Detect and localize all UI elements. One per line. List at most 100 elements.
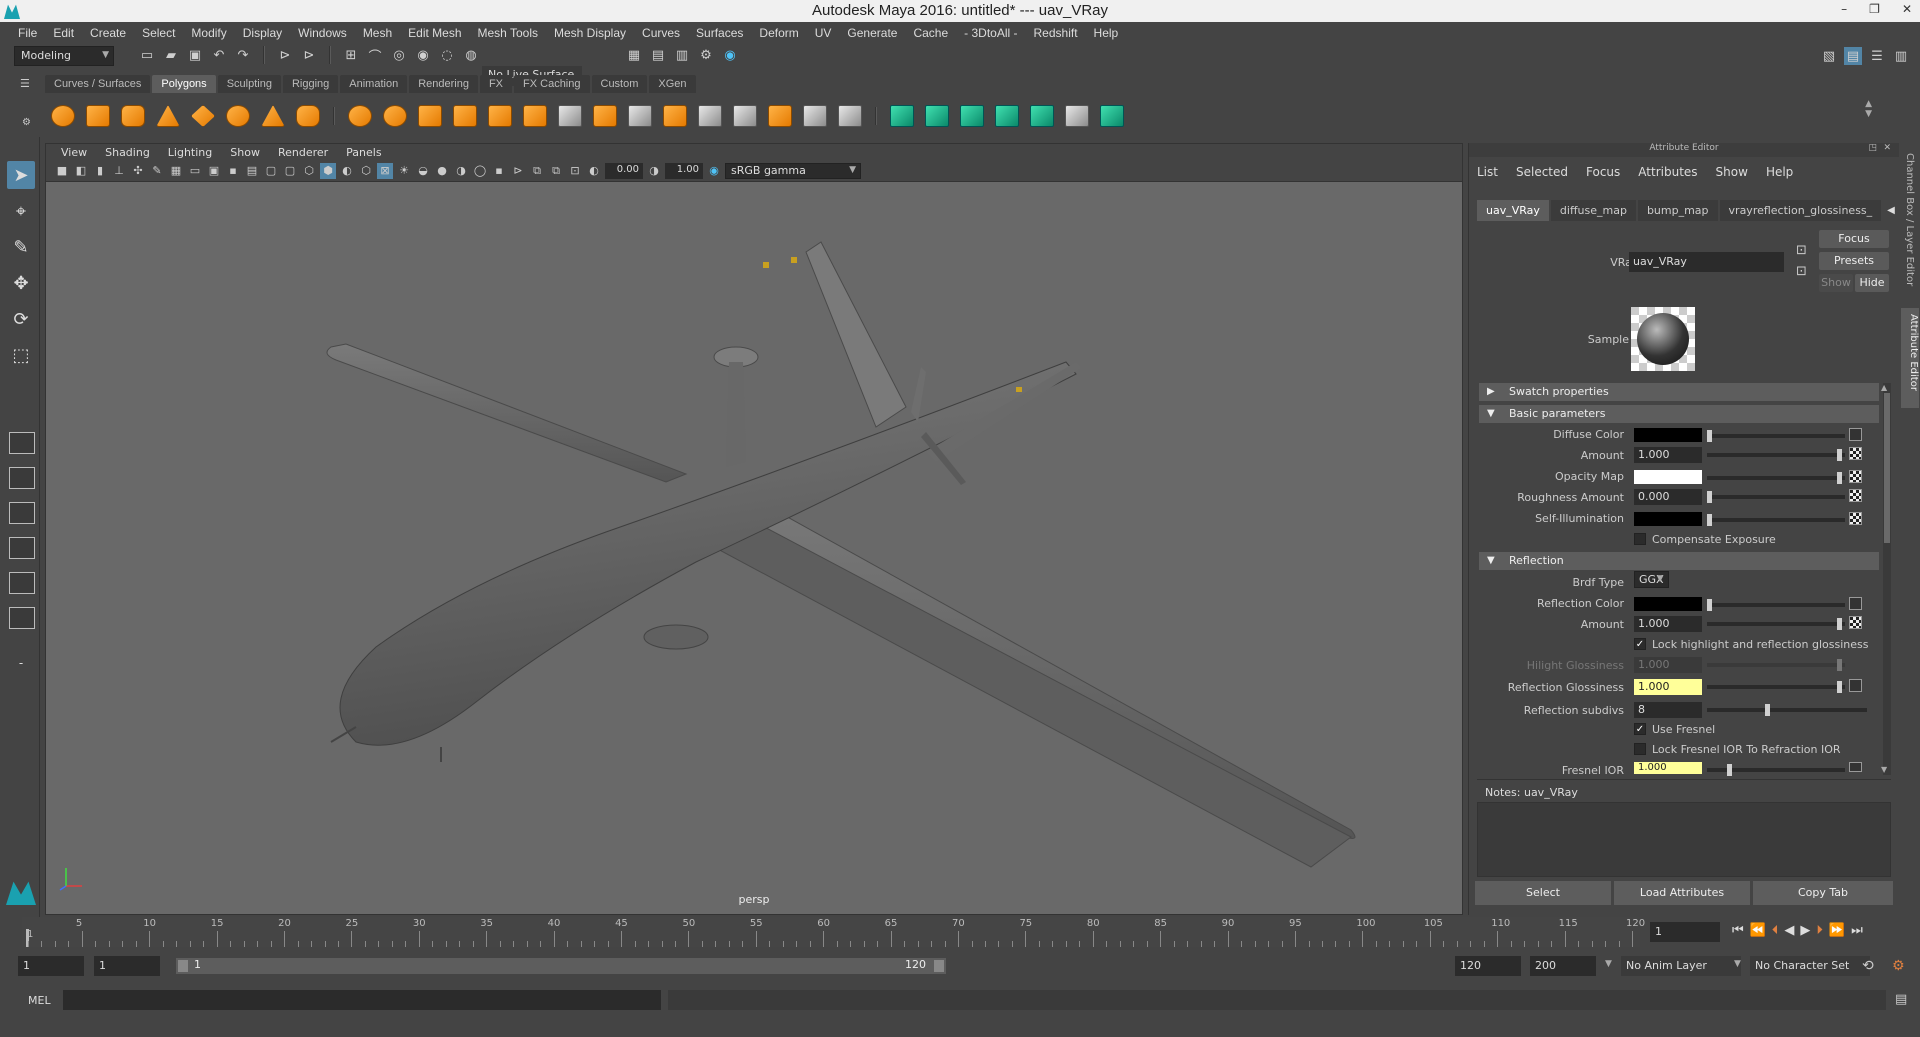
compensate-exposure-checkbox[interactable] bbox=[1634, 533, 1646, 545]
ae-menu-attributes[interactable]: Attributes bbox=[1638, 165, 1705, 179]
film-gate-icon[interactable]: ▭ bbox=[187, 163, 203, 179]
resolution-gate-icon[interactable]: ▣ bbox=[206, 163, 222, 179]
step-forward-frame-icon[interactable]: ⏵ bbox=[1816, 923, 1823, 938]
ae-menu-help[interactable]: Help bbox=[1766, 165, 1801, 179]
roughness-field[interactable]: 0.000 bbox=[1634, 489, 1702, 505]
snap-surface-icon[interactable]: ◌ bbox=[438, 46, 456, 64]
anti-aliasing-icon[interactable]: ◯ bbox=[472, 163, 488, 179]
menu-curves[interactable]: Curves bbox=[634, 26, 688, 40]
shelf-scroll-icon[interactable]: ▲ ▼ bbox=[1865, 99, 1872, 119]
range-end-handle[interactable] bbox=[934, 960, 944, 972]
self-illumination-swatch[interactable] bbox=[1634, 512, 1702, 526]
material-swatch[interactable] bbox=[1631, 307, 1695, 371]
map-button-icon[interactable] bbox=[1849, 679, 1862, 692]
select-hierarchy-icon[interactable]: ⊳ bbox=[276, 46, 294, 64]
rotate-tool-icon[interactable]: ⟳ bbox=[7, 305, 35, 333]
snap-grid-icon[interactable]: ⊞ bbox=[342, 46, 360, 64]
spherical-uv-icon[interactable] bbox=[957, 101, 987, 131]
field-chart-icon[interactable]: ▤ bbox=[244, 163, 260, 179]
gamma-icon[interactable]: ◑ bbox=[646, 163, 662, 179]
modeling-toolkit-icon[interactable]: ▧ bbox=[1820, 47, 1838, 65]
ae-menu-list[interactable]: List bbox=[1477, 165, 1506, 179]
lock-fresnel-ior-checkbox[interactable] bbox=[1634, 743, 1646, 755]
tab-xgen[interactable]: XGen bbox=[649, 75, 696, 93]
play-backward-icon[interactable]: ◀ bbox=[1784, 923, 1794, 938]
gamma-field[interactable]: 1.00 bbox=[665, 162, 703, 179]
tab-uav-vray[interactable]: uav_VRay bbox=[1477, 200, 1549, 221]
go-to-end-icon[interactable]: ⏭ bbox=[1851, 923, 1863, 938]
close-panel-icon[interactable]: ✕ bbox=[1883, 143, 1891, 153]
menu-select[interactable]: Select bbox=[134, 26, 183, 40]
anim-layer-dropdown[interactable]: No Anim Layer bbox=[1621, 956, 1741, 976]
isolate-select-icon[interactable]: ⊳ bbox=[510, 163, 526, 179]
amount-slider[interactable] bbox=[1707, 449, 1845, 461]
menu-file[interactable]: File bbox=[10, 26, 45, 40]
output-connection-icon[interactable]: ⊡ bbox=[1796, 264, 1807, 279]
viewport-menu-show[interactable]: Show bbox=[221, 146, 269, 159]
script-editor-icon[interactable]: ▤ bbox=[1895, 992, 1907, 1007]
render-frame-icon[interactable]: ▦ bbox=[625, 46, 643, 64]
paint-select-tool-icon[interactable]: ✎ bbox=[7, 233, 35, 261]
step-back-key-icon[interactable]: ⏪ bbox=[1750, 923, 1766, 938]
new-scene-icon[interactable]: ▭ bbox=[138, 46, 156, 64]
go-to-start-icon[interactable]: ⏮ bbox=[1732, 923, 1744, 938]
section-basic-parameters[interactable]: ▼ Basic parameters bbox=[1479, 405, 1879, 423]
combine-icon[interactable] bbox=[345, 101, 375, 131]
tab-polygons[interactable]: Polygons bbox=[152, 75, 216, 93]
uav-drone-model[interactable] bbox=[46, 182, 1463, 915]
map-button-icon[interactable] bbox=[1849, 428, 1862, 441]
attribute-scrollbar[interactable] bbox=[1883, 383, 1891, 775]
wireframe-on-shaded-icon[interactable]: ⬡ bbox=[358, 163, 374, 179]
poly-torus-icon[interactable] bbox=[223, 101, 253, 131]
reflection-color-swatch[interactable] bbox=[1634, 597, 1702, 611]
outliner-persp-layout-icon[interactable] bbox=[9, 607, 35, 629]
menu-uv[interactable]: UV bbox=[807, 26, 840, 40]
map-button-icon[interactable] bbox=[1849, 597, 1862, 610]
chevron-down-icon[interactable]: ▼ bbox=[1734, 959, 1741, 969]
roughness-slider[interactable] bbox=[1707, 491, 1845, 503]
extrude-icon[interactable] bbox=[520, 101, 550, 131]
tab-rigging[interactable]: Rigging bbox=[282, 75, 339, 93]
snap-live-icon[interactable]: ◍ bbox=[462, 46, 480, 64]
cylindrical-uv-icon[interactable] bbox=[922, 101, 952, 131]
lock-glossiness-checkbox[interactable]: ✓ bbox=[1634, 638, 1646, 650]
ae-menu-selected[interactable]: Selected bbox=[1516, 165, 1576, 179]
load-attributes-button[interactable]: Load Attributes bbox=[1614, 881, 1750, 905]
offset-loop-icon[interactable] bbox=[765, 101, 795, 131]
wireframe-icon[interactable]: ⬡ bbox=[301, 163, 317, 179]
tab-vrayreflection-glossiness[interactable]: vrayreflection_glossiness_ bbox=[1719, 200, 1882, 221]
motion-blur-icon[interactable]: ◑ bbox=[453, 163, 469, 179]
grease-pencil-icon[interactable]: ✎ bbox=[149, 163, 165, 179]
poly-cone-icon[interactable] bbox=[153, 101, 183, 131]
tab-fx-caching[interactable]: FX Caching bbox=[514, 75, 590, 93]
menu-edit[interactable]: Edit bbox=[45, 26, 82, 40]
smooth-icon[interactable] bbox=[450, 101, 480, 131]
float-panel-icon[interactable]: ◳ bbox=[1868, 143, 1877, 153]
hide-button[interactable]: Hide bbox=[1855, 274, 1889, 292]
input-connection-icon[interactable]: ⊡ bbox=[1796, 243, 1807, 258]
tab-attribute-editor[interactable]: Attribute Editor bbox=[1901, 308, 1919, 408]
show-button[interactable]: Show bbox=[1819, 274, 1853, 292]
hypershade-icon[interactable]: ◉ bbox=[721, 46, 739, 64]
select-button[interactable]: Select bbox=[1475, 881, 1611, 905]
uv-layout-icon[interactable] bbox=[1097, 101, 1127, 131]
unfold-uv-icon[interactable] bbox=[1027, 101, 1057, 131]
close-button[interactable]: ✕ bbox=[1902, 2, 1912, 16]
smooth-shade-icon[interactable]: ⬢ bbox=[320, 162, 336, 179]
2d-pan-zoom-icon[interactable]: ✣ bbox=[130, 163, 146, 179]
shadows-icon[interactable]: ◒ bbox=[415, 163, 431, 179]
opacity-slider[interactable] bbox=[1707, 472, 1845, 484]
viewport-menu-view[interactable]: View bbox=[52, 146, 96, 159]
node-name-field[interactable]: uav_VRay bbox=[1629, 252, 1784, 272]
menu-edit-mesh[interactable]: Edit Mesh bbox=[400, 26, 469, 40]
map-button-icon[interactable] bbox=[1849, 616, 1862, 629]
poly-cylinder-icon[interactable] bbox=[118, 101, 148, 131]
persp-graph-layout-icon[interactable] bbox=[9, 537, 35, 559]
depth-of-field-icon[interactable]: ▪ bbox=[491, 163, 507, 179]
append-polygon-icon[interactable] bbox=[625, 101, 655, 131]
tab-rendering[interactable]: Rendering bbox=[409, 75, 478, 93]
planar-uv-icon[interactable] bbox=[887, 101, 917, 131]
uv-editor-icon[interactable] bbox=[1062, 101, 1092, 131]
menu-mesh-tools[interactable]: Mesh Tools bbox=[470, 26, 546, 40]
fill-hole-icon[interactable] bbox=[660, 101, 690, 131]
